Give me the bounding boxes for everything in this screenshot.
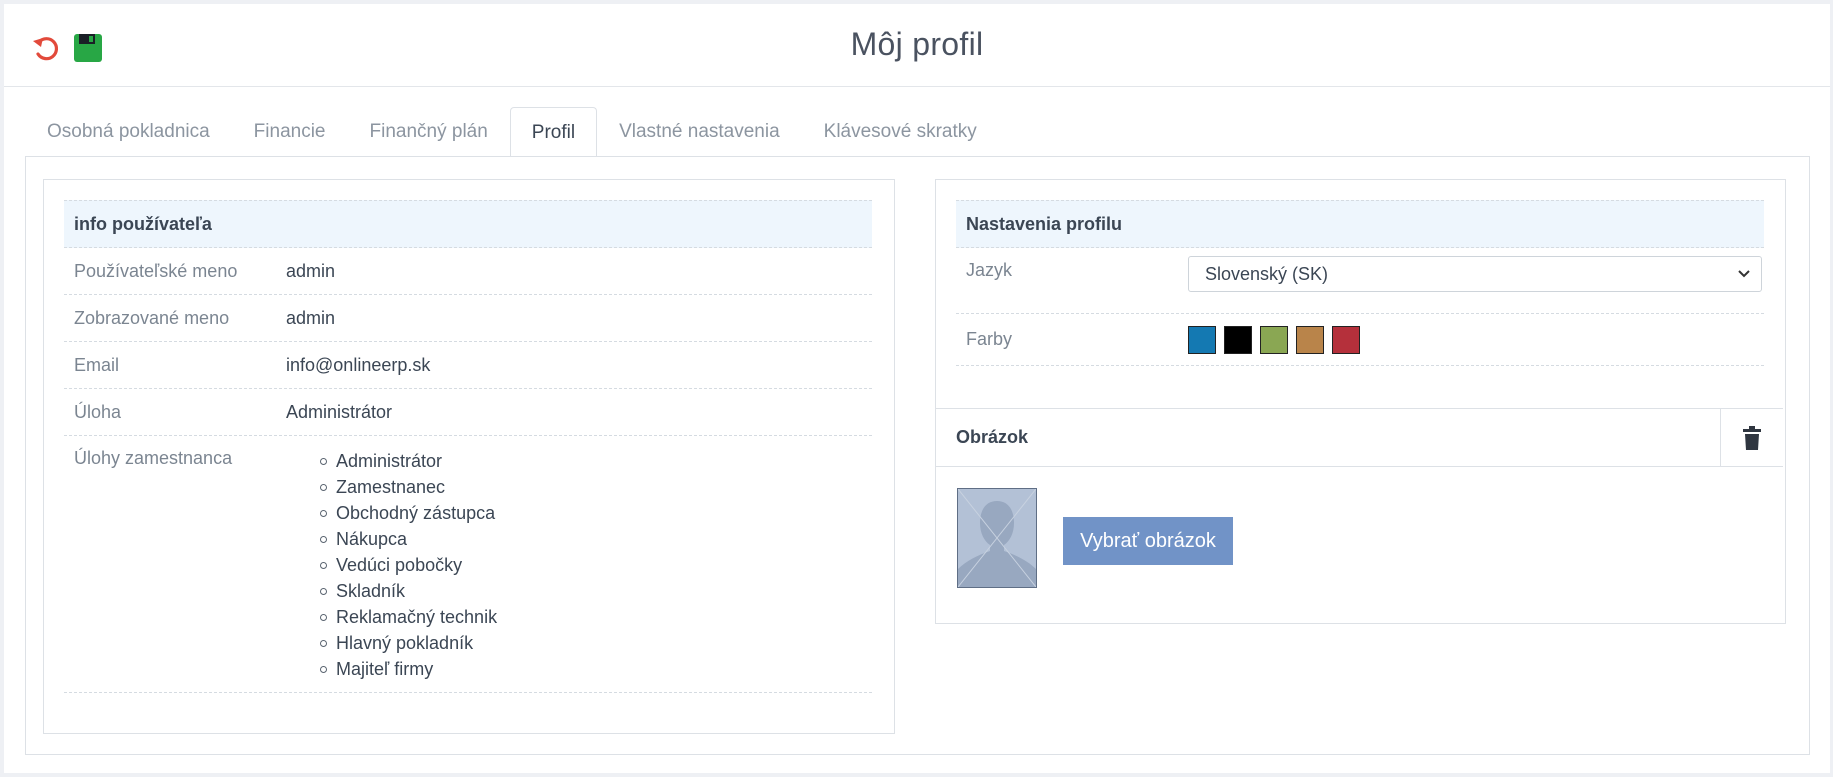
profile-settings-heading: Nastavenia profilu (956, 200, 1764, 248)
tab-keyboard-shortcuts[interactable]: Klávesové skratky (802, 107, 999, 156)
email-value: info@onlineerp.sk (286, 354, 431, 375)
list-item: Obchodný zástupca (319, 500, 497, 526)
profile-settings-card: Nastavenia profilu Jazyk Slovenský (SK) … (935, 179, 1786, 624)
avatar (957, 488, 1037, 588)
color-swatch-green[interactable] (1260, 325, 1288, 354)
username-label: Používateľské meno (74, 260, 238, 281)
display-name-label: Zobrazované meno (74, 307, 230, 328)
list-item: Reklamačný technik (319, 604, 497, 630)
role-label: Úloha (74, 401, 122, 422)
language-select[interactable]: Slovenský (SK) (1188, 256, 1762, 292)
profile-settings-table: Nastavenia profilu Jazyk Slovenský (SK) … (956, 200, 1764, 366)
color-swatch-brown[interactable] (1296, 325, 1324, 354)
picture-heading: Obrázok (956, 427, 1029, 447)
table-row: Úloha Administrátor (64, 389, 872, 436)
role-value: Administrátor (286, 401, 393, 422)
list-item: Zamestnanec (319, 474, 497, 500)
email-label: Email (74, 354, 120, 375)
choose-picture-button[interactable]: Vybrať obrázok (1063, 517, 1233, 565)
user-info-table: info používateľa Používateľské meno admi… (64, 200, 872, 693)
language-select-value: Slovenský (SK) (1205, 263, 1329, 284)
tab-personal-cashbox[interactable]: Osobná pokladnica (25, 107, 232, 156)
picture-panel-body: Vybrať obrázok (936, 467, 1783, 623)
language-label: Jazyk (966, 260, 1013, 280)
delete-picture-button[interactable] (1720, 409, 1783, 466)
picture-panel-header: Obrázok (936, 409, 1783, 467)
table-row: Úlohy zamestnanca Administrátor Zamestna… (64, 436, 872, 693)
table-row: Farby (956, 314, 1764, 366)
colors-label: Farby (966, 329, 1013, 349)
user-info-heading: info používateľa (64, 200, 872, 248)
list-item: Administrátor (319, 448, 497, 474)
table-row: Používateľské meno admin (64, 248, 872, 295)
page-title: Môj profil (850, 26, 984, 62)
page-header: Môj profil (4, 4, 1830, 87)
username-value: admin (286, 260, 336, 281)
table-row: Zobrazované meno admin (64, 295, 872, 342)
list-item: Skladník (319, 578, 497, 604)
table-row: Jazyk Slovenský (SK) (956, 248, 1764, 314)
tab-profile[interactable]: Profil (509, 107, 598, 157)
tab-custom-settings[interactable]: Vlastné nastavenia (597, 107, 802, 156)
page: Môj profil Osobná pokladnica Financie Fi… (4, 4, 1830, 773)
tab-content: info používateľa Používateľské meno admi… (25, 156, 1810, 755)
tab-financial-plan[interactable]: Finančný plán (348, 107, 510, 156)
list-item: Hlavný pokladník (319, 630, 497, 656)
table-row: Email info@onlineerp.sk (64, 342, 872, 389)
color-swatches (1188, 325, 1360, 354)
color-swatch-red[interactable] (1332, 325, 1360, 354)
picture-panel: Obrázok Vybrať obrázok (936, 408, 1783, 623)
avatar-placeholder-icon (958, 489, 1036, 587)
tab-finance[interactable]: Financie (232, 107, 348, 156)
list-item: Majiteľ firmy (319, 656, 497, 682)
employee-roles-label: Úlohy zamestnanca (74, 448, 233, 468)
employee-roles-list: Administrátor Zamestnanec Obchodný zástu… (286, 448, 497, 682)
color-swatch-black[interactable] (1224, 325, 1252, 354)
trash-icon (1743, 425, 1761, 450)
user-info-card: info používateľa Používateľské meno admi… (43, 179, 895, 734)
chevron-down-icon (1738, 270, 1750, 278)
list-item: Nákupca (319, 526, 497, 552)
color-swatch-blue[interactable] (1188, 325, 1216, 354)
list-item: Vedúci pobočky (319, 552, 497, 578)
tab-bar: Osobná pokladnica Financie Finančný plán… (25, 106, 999, 157)
display-name-value: admin (286, 307, 336, 328)
